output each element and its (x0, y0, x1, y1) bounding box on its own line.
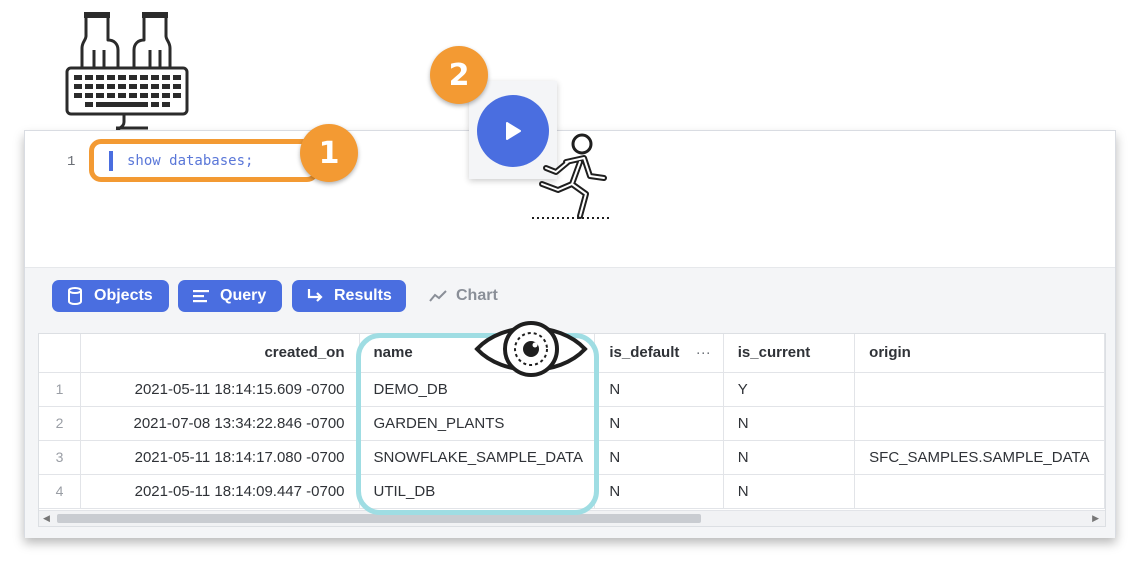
code-highlight-box (89, 139, 319, 182)
cell-is-default[interactable]: N (594, 406, 724, 441)
play-icon (504, 121, 522, 141)
cell-origin[interactable] (854, 406, 1105, 441)
results-button[interactable]: Results (292, 280, 406, 312)
column-header-origin[interactable]: origin (854, 334, 1105, 373)
keyboard-hands-icon (64, 12, 190, 145)
row-index: 1 (39, 372, 82, 407)
cell-is-current[interactable]: N (723, 474, 856, 509)
scroll-left-icon[interactable]: ◀ (43, 513, 50, 524)
scroll-right-icon[interactable]: ▶ (1092, 513, 1099, 524)
query-label: Query (220, 287, 267, 304)
results-arrow-icon (306, 287, 324, 305)
step-2-badge: 2 (430, 46, 488, 104)
query-button[interactable]: Query (178, 280, 282, 312)
objects-label: Objects (94, 287, 153, 304)
objects-button[interactable]: Objects (52, 280, 169, 312)
column-header-created-on[interactable]: created_on (80, 334, 360, 373)
cell-is-default[interactable]: N (594, 440, 724, 475)
cell-origin[interactable] (854, 474, 1105, 509)
results-label: Results (334, 287, 392, 304)
column-header-is-current[interactable]: is_current (723, 334, 856, 373)
line-number: 1 (67, 154, 76, 170)
cell-is-default[interactable]: N (594, 474, 724, 509)
cell-created-on[interactable]: 2021-05-11 18:14:17.080 -0700 (80, 440, 360, 475)
scrollbar-thumb[interactable] (57, 514, 701, 523)
cell-is-current[interactable]: N (723, 440, 856, 475)
cell-origin[interactable] (854, 372, 1105, 407)
cell-is-current[interactable]: N (723, 406, 856, 441)
runner-icon (528, 132, 616, 233)
cell-is-default[interactable]: N (594, 372, 724, 407)
column-header-is-default-label: is_default (609, 344, 680, 362)
query-lines-icon (192, 287, 210, 305)
column-header-is-default[interactable]: is_default ··· (594, 334, 724, 373)
cell-is-current[interactable]: Y (723, 372, 856, 407)
chart-line-icon (429, 287, 447, 305)
step-1-badge: 1 (300, 124, 358, 182)
cell-created-on[interactable]: 2021-05-11 18:14:15.609 -0700 (80, 372, 360, 407)
column-menu-icon[interactable]: ··· (696, 344, 711, 361)
eye-icon (473, 317, 589, 386)
cell-created-on[interactable]: 2021-07-08 13:34:22.846 -0700 (80, 406, 360, 441)
row-index: 4 (39, 474, 82, 509)
cell-origin[interactable]: SFC_SAMPLES.SAMPLE_DATA (854, 440, 1105, 475)
cell-created-on[interactable]: 2021-05-11 18:14:09.447 -0700 (80, 474, 360, 509)
chart-button[interactable]: Chart (429, 280, 498, 312)
row-index-header (39, 334, 82, 373)
chart-label: Chart (456, 287, 498, 304)
database-icon (66, 287, 84, 305)
row-index: 3 (39, 440, 82, 475)
row-index: 2 (39, 406, 82, 441)
